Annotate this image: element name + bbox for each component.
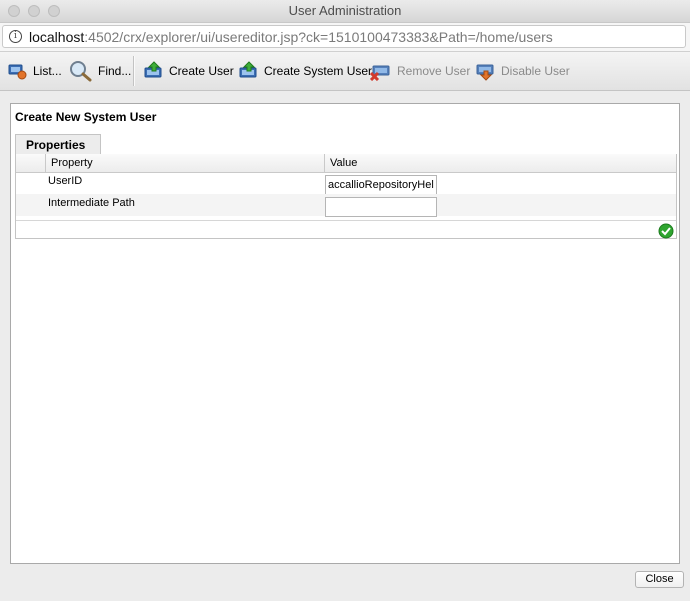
intermediate-path-label: Intermediate Path — [48, 197, 135, 209]
close-button[interactable]: Close — [635, 571, 684, 588]
grid-footer — [16, 220, 676, 239]
remove-user-icon — [370, 65, 390, 81]
column-header-property[interactable]: Property — [46, 154, 325, 172]
find-button-label: Find... — [98, 64, 132, 78]
find-button[interactable]: Find... — [69, 60, 131, 82]
confirm-check-icon[interactable] — [658, 223, 674, 239]
disable-user-button[interactable]: Disable User — [476, 60, 570, 82]
panel-title: Create New System User — [15, 110, 157, 124]
list-button[interactable]: List... — [8, 60, 62, 82]
url-text: localhost:4502/crx/explorer/ui/useredito… — [29, 29, 553, 45]
url-path: :4502/crx/explorer/ui/usereditor.jsp?ck=… — [84, 29, 553, 45]
column-header-value[interactable]: Value — [325, 154, 676, 172]
properties-grid: Property Value UserID Intermediate Path — [15, 154, 677, 239]
row-marker-header — [16, 154, 46, 172]
create-user-button[interactable]: Create User — [144, 60, 234, 82]
tab-strip: Properties — [15, 134, 677, 155]
create-user-icon — [144, 61, 162, 78]
intermediate-path-field[interactable] — [325, 197, 437, 217]
table-row: Intermediate Path — [16, 194, 676, 217]
url-host: localhost — [29, 29, 85, 45]
toolbar-separator — [133, 56, 135, 86]
table-row: UserID — [16, 172, 676, 195]
list-button-label: List... — [33, 64, 62, 78]
disable-user-label: Disable User — [501, 64, 570, 78]
userid-field[interactable] — [325, 175, 437, 195]
tab-properties[interactable]: Properties — [15, 134, 101, 154]
remove-user-button[interactable]: Remove User — [370, 60, 470, 82]
address-bar: i localhost:4502/crx/explorer/ui/useredi… — [0, 23, 690, 52]
url-field[interactable]: i localhost:4502/crx/explorer/ui/useredi… — [2, 25, 686, 48]
remove-user-label: Remove User — [397, 64, 471, 78]
window-title: User Administration — [288, 3, 402, 18]
toolbar: List... Find... Create User Create Syste… — [0, 52, 690, 91]
window-titlebar: User Administration — [0, 0, 690, 23]
create-user-label: Create User — [169, 64, 234, 78]
create-system-user-icon — [239, 61, 257, 78]
create-system-user-panel: Create New System User Properties Proper… — [10, 103, 680, 564]
magnifier-icon — [70, 61, 92, 82]
create-system-user-label: Create System User — [264, 64, 373, 78]
disable-user-icon — [476, 64, 494, 81]
userid-label: UserID — [48, 175, 83, 187]
create-system-user-button[interactable]: Create System User — [239, 60, 372, 82]
grid-header: Property Value — [16, 154, 676, 173]
list-users-icon — [8, 64, 27, 80]
info-icon[interactable]: i — [9, 30, 22, 43]
